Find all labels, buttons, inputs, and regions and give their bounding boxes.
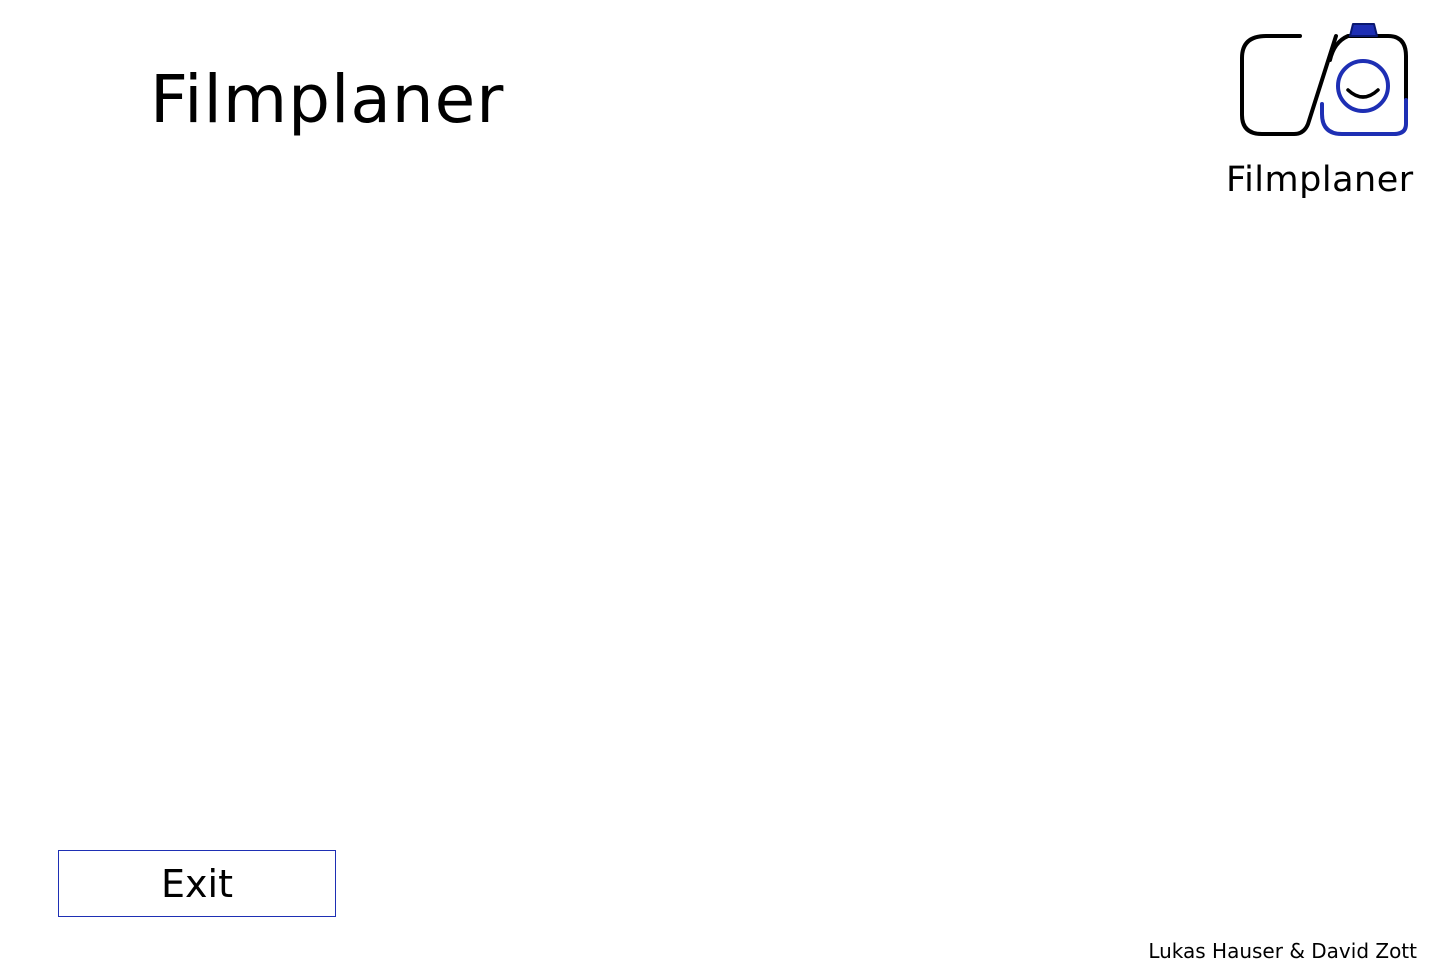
credits-text: Lukas Hauser & David Zott — [1148, 939, 1417, 963]
exit-button[interactable]: Exit — [58, 850, 336, 917]
logo-wordmark: Filmplaner — [1226, 160, 1414, 200]
logo: Filmplaner — [1222, 18, 1427, 200]
page-title: Filmplaner — [150, 61, 505, 138]
camera-icon — [1240, 23, 1408, 136]
